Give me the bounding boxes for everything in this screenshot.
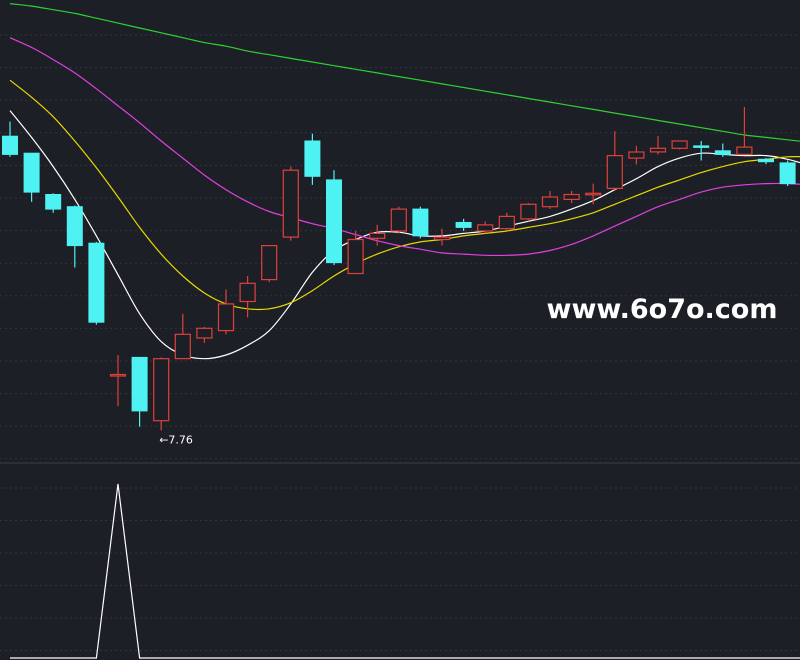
candle-body — [369, 232, 386, 239]
candle — [779, 160, 796, 186]
candle — [261, 245, 278, 283]
candle-body — [45, 194, 62, 210]
candle-body — [433, 236, 451, 241]
candle-body — [758, 158, 774, 163]
candle-body — [390, 208, 407, 232]
candle-body — [563, 193, 580, 201]
candle-body — [109, 373, 127, 377]
candle-body — [239, 282, 256, 303]
annotation-layer: ←7.76 — [159, 433, 193, 446]
candle-body — [174, 333, 191, 360]
candle-body — [649, 147, 667, 153]
watermark-text: www.6o7o.com — [547, 294, 778, 325]
candle-body — [217, 303, 235, 332]
candle — [282, 166, 299, 241]
candle-body — [779, 162, 796, 185]
candle — [153, 357, 170, 431]
candle-body — [628, 151, 645, 159]
candle — [390, 206, 407, 234]
candle-body — [455, 222, 472, 228]
candle-body — [671, 140, 688, 149]
candle-body — [326, 179, 342, 264]
candle — [88, 241, 105, 325]
chart-background — [0, 0, 800, 660]
candle-body — [736, 146, 753, 156]
candle — [520, 203, 537, 222]
candle-body — [304, 140, 321, 177]
candle-body — [282, 169, 299, 238]
candle-body — [412, 208, 429, 237]
candle-body — [606, 155, 623, 190]
candle-body — [585, 192, 602, 196]
low-price-label: ←7.76 — [159, 433, 193, 446]
candle-body — [131, 356, 148, 412]
candle-body — [477, 224, 494, 232]
candle-body — [261, 245, 278, 281]
candle-body — [347, 238, 364, 275]
candle-body — [66, 206, 83, 247]
candle-body — [520, 203, 537, 220]
candle-body — [196, 327, 213, 339]
candle-body — [23, 152, 40, 193]
candle-body — [498, 215, 515, 230]
stock-chart: ←7.76 www.6o7o.com — [0, 0, 800, 660]
candle-body — [88, 242, 105, 323]
candle-body — [2, 135, 18, 155]
candle-body — [153, 358, 170, 422]
candle-body — [714, 150, 731, 155]
candle — [326, 170, 342, 265]
candle-body — [693, 145, 710, 148]
candle-body — [541, 196, 559, 208]
candle — [671, 140, 688, 150]
candle — [412, 206, 429, 239]
